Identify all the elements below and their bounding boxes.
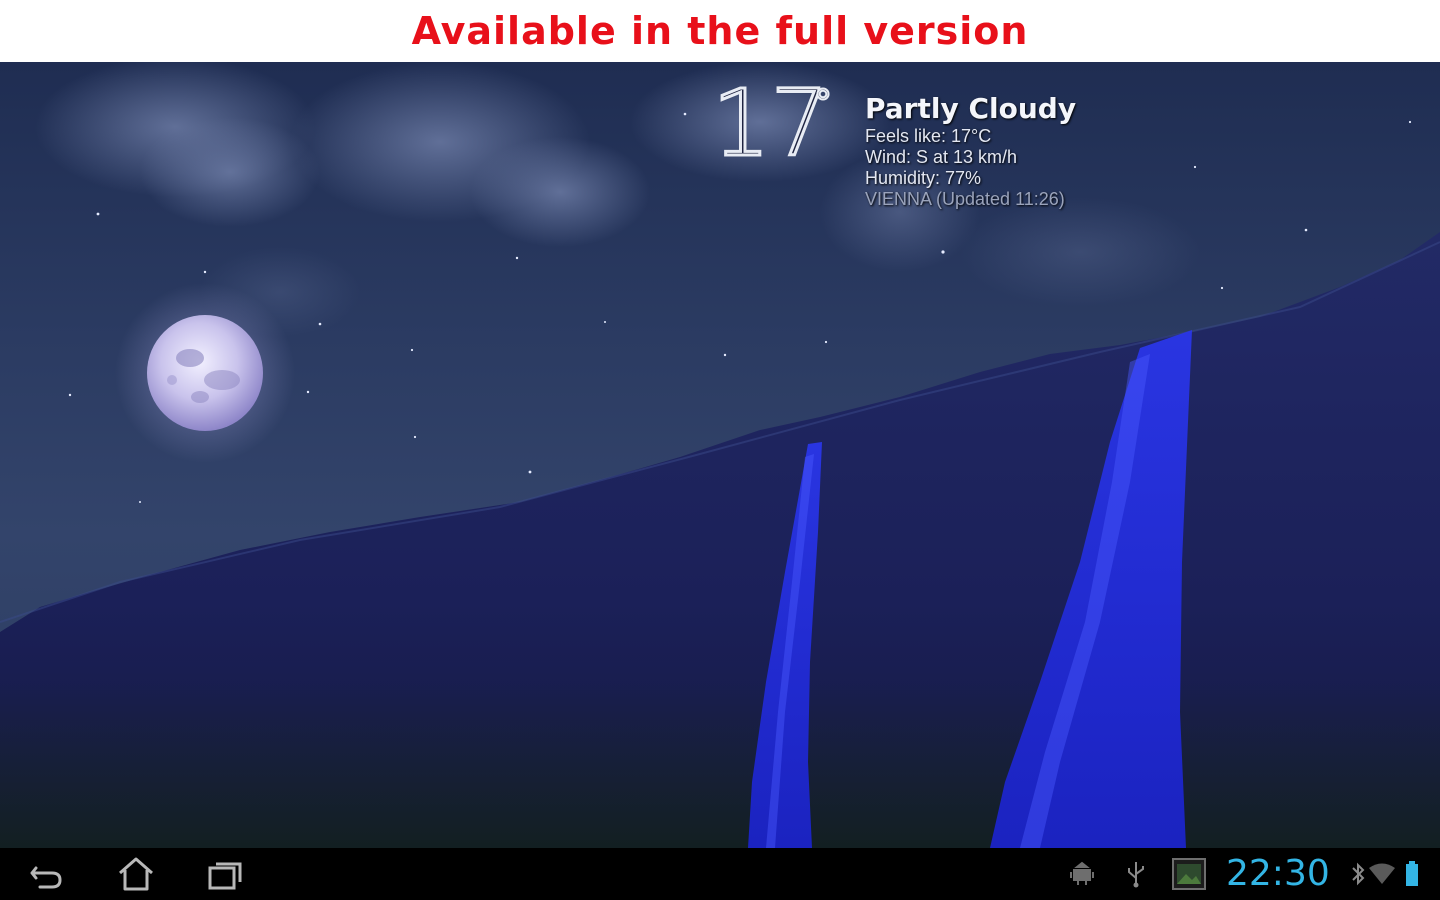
humidity-info: Humidity: 77% [865, 168, 982, 188]
android-debug-icon [1070, 861, 1094, 885]
live-wallpaper-scene: 17 ° Partly Cloudy Feels like: 17°C Wind… [0, 62, 1440, 848]
wind-info: Wind: S at 13 km/h [865, 147, 1018, 167]
recent-apps-icon [208, 862, 242, 890]
back-icon [30, 866, 62, 889]
feels-like: Feels like: 17°C [865, 126, 992, 146]
location-updated: VIENNA (Updated 11:26) [865, 189, 1065, 209]
upgrade-banner: Available in the full version [0, 0, 1440, 62]
weather-condition: Partly Cloudy [865, 92, 1077, 125]
home-icon [119, 857, 153, 891]
recent-apps-button[interactable] [206, 856, 246, 892]
system-navigation-bar: 22:30 [0, 848, 1440, 900]
temperature-value: 17 [710, 70, 830, 177]
wifi-icon [1369, 863, 1395, 884]
status-clock: 22:30 [1226, 853, 1330, 894]
degree-symbol: ° [813, 83, 833, 124]
weather-widget[interactable]: 17 ° Partly Cloudy Feels like: 17°C Wind… [710, 70, 1132, 226]
gallery-icon [1172, 858, 1206, 890]
usb-icon [1128, 862, 1144, 888]
bluetooth-icon [1352, 862, 1365, 886]
home-button[interactable] [116, 856, 156, 892]
battery-icon [1406, 861, 1418, 886]
back-button[interactable] [26, 856, 66, 892]
moon [115, 283, 295, 463]
banner-text: Available in the full version [411, 9, 1029, 53]
